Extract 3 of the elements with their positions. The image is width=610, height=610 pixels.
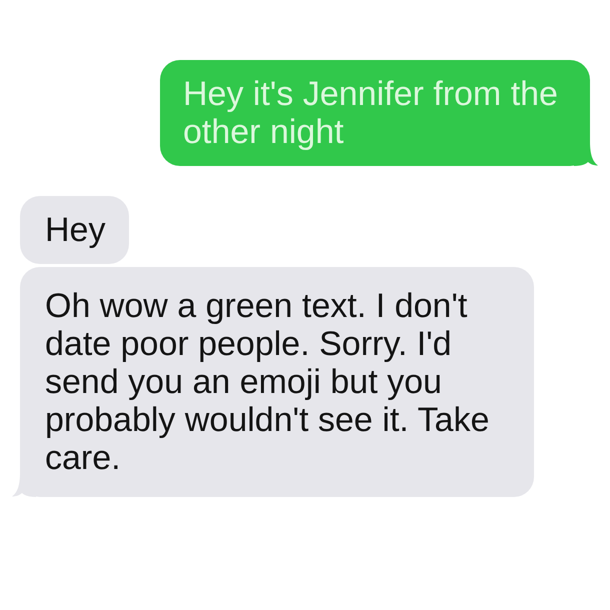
- message-text: Hey it's Jennifer from the other night: [183, 75, 559, 151]
- message-text: Hey: [45, 211, 106, 249]
- message-text: Oh wow a green text. I don't date poor people. Sorry. I'd send you an emoji but you probably wouldn't see it. Take care.: [45, 287, 490, 477]
